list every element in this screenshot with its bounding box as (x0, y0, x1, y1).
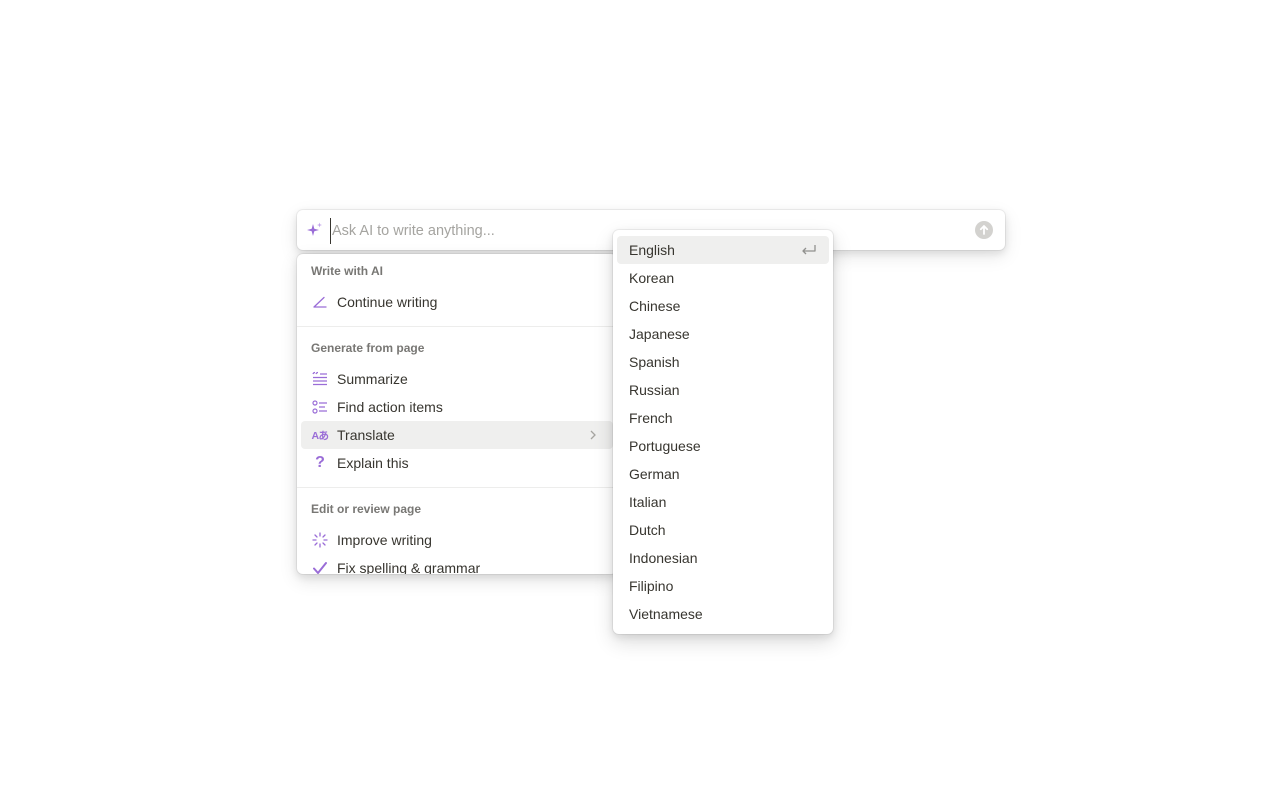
language-item-german[interactable]: German (617, 460, 829, 488)
checkmark-icon (311, 559, 329, 574)
language-item-vietnamese[interactable]: Vietnamese (617, 600, 829, 628)
language-item-chinese[interactable]: Chinese (617, 292, 829, 320)
enter-key-icon (802, 245, 816, 255)
menu-item-continue-writing[interactable]: Continue writing (301, 288, 613, 316)
language-submenu: English Korean Chinese Japanese Spanish … (613, 230, 833, 634)
menu-item-translate[interactable]: Aあ Translate (301, 421, 613, 449)
pen-icon (311, 293, 329, 311)
language-item-indonesian[interactable]: Indonesian (617, 544, 829, 572)
sparkle-burst-icon (311, 531, 329, 549)
checklist-icon (311, 398, 329, 416)
language-item-french[interactable]: French (617, 404, 829, 432)
submit-button[interactable] (975, 221, 993, 239)
language-item-dutch[interactable]: Dutch (617, 516, 829, 544)
menu-item-explain-this[interactable]: ? Explain this (301, 449, 613, 477)
divider (297, 326, 617, 327)
language-item-korean[interactable]: Korean (617, 264, 829, 292)
translate-icon: Aあ (311, 429, 329, 442)
section-title-edit: Edit or review page (311, 502, 422, 516)
menu-item-fix-spelling[interactable]: Fix spelling & grammar (301, 554, 613, 574)
ai-command-menu: Write with AI Continue writing Generate … (297, 254, 617, 574)
language-item-italian[interactable]: Italian (617, 488, 829, 516)
question-icon: ? (315, 454, 325, 471)
language-item-english[interactable]: English (617, 236, 829, 264)
divider (297, 487, 617, 488)
menu-item-summarize[interactable]: Summarize (301, 365, 613, 393)
chevron-right-icon (589, 430, 605, 440)
language-item-filipino[interactable]: Filipino (617, 572, 829, 600)
summarize-icon (311, 370, 329, 388)
ai-sparkle-icon (307, 222, 322, 236)
language-item-japanese[interactable]: Japanese (617, 320, 829, 348)
language-item-russian[interactable]: Russian (617, 376, 829, 404)
menu-item-find-action-items[interactable]: Find action items (301, 393, 613, 421)
section-title-write: Write with AI (311, 264, 383, 278)
language-item-spanish[interactable]: Spanish (617, 348, 829, 376)
language-item-portuguese[interactable]: Portuguese (617, 432, 829, 460)
arrow-up-icon (979, 225, 989, 235)
menu-item-improve-writing[interactable]: Improve writing (301, 526, 613, 554)
section-title-generate: Generate from page (311, 341, 425, 355)
